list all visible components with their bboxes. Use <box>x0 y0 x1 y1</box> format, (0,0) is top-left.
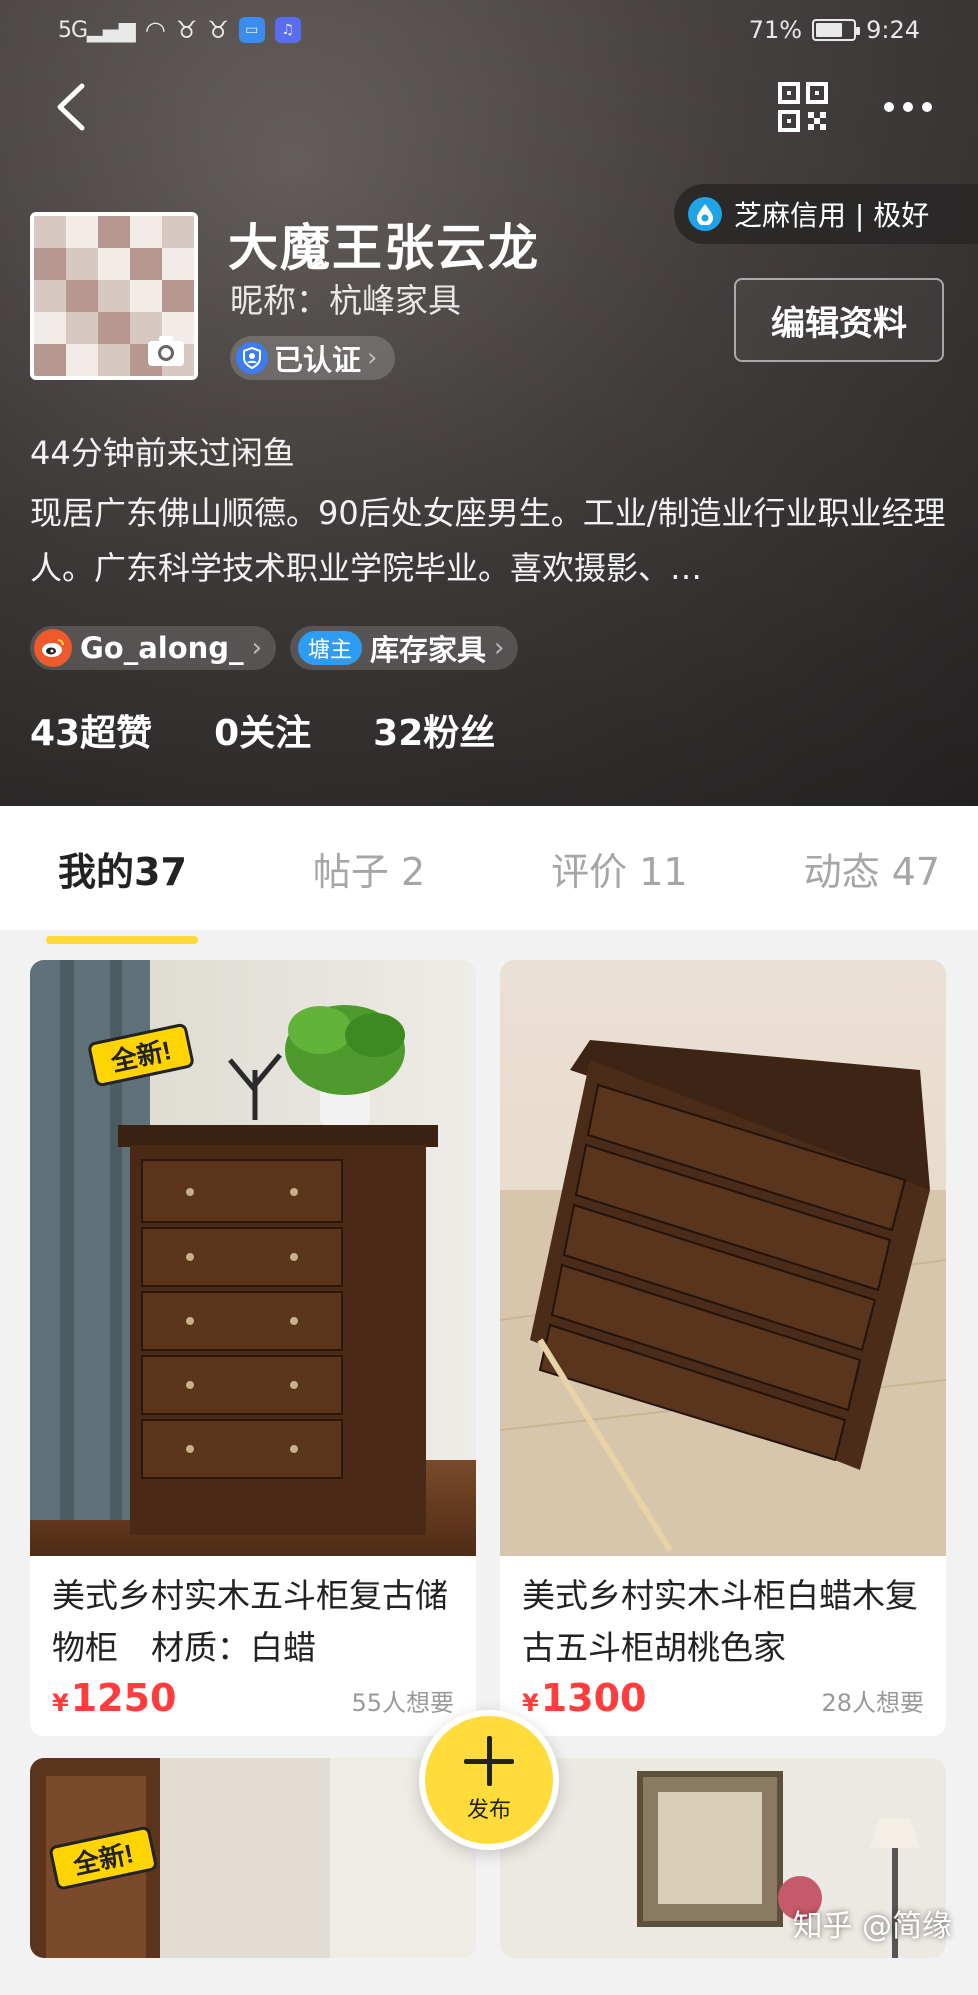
status-bar: 5G▂▄▆ ◠ ♉ ♉ ▭ ♫ 71% 9:24 <box>58 12 920 48</box>
battery-icon <box>812 19 861 41</box>
tab-mine[interactable]: 我的37 <box>46 841 199 944</box>
more-dot-icon <box>922 102 932 112</box>
navbar <box>0 72 978 142</box>
weibo-icon <box>34 629 72 667</box>
likes-count[interactable]: 43超赞 <box>30 704 152 756</box>
edit-profile-button[interactable]: 编辑资料 <box>734 278 944 362</box>
profile-stats: 43超赞 0关注 32粉丝 <box>30 704 495 756</box>
music-app-icon: ♫ <box>274 17 301 43</box>
profile-nickname: 昵称：杭峰家具 <box>230 281 461 320</box>
more-dot-icon <box>884 102 894 112</box>
following-count[interactable]: 0关注 <box>214 704 311 756</box>
product-image <box>500 960 946 1556</box>
dresser-photo <box>500 960 946 1556</box>
camera-icon[interactable] <box>146 334 186 368</box>
wallet-app-icon: ▭ <box>238 17 265 43</box>
product-card[interactable]: 全新! 美式乡村实木五斗柜复古储物柜 材质：白蜡 ¥1250 55人想要 <box>30 960 476 1736</box>
back-button[interactable] <box>46 82 96 132</box>
product-card[interactable]: 全新! <box>30 1758 476 1958</box>
tab-reviews[interactable]: 评价 11 <box>551 841 687 896</box>
followers-count[interactable]: 32粉丝 <box>373 704 495 756</box>
weibo-chip[interactable]: Go_along_ › <box>30 626 276 670</box>
product-title: 美式乡村实木五斗柜复古储物柜 材质：白蜡 <box>52 1576 448 1667</box>
bottom-strip <box>0 1965 978 1995</box>
wifi-icon: ◠ <box>144 16 166 44</box>
weibo-handle: Go_along_ <box>80 631 244 665</box>
sesame-credit-badge[interactable]: 芝麻信用 | 极好 <box>674 184 978 244</box>
battery-percent: 71% <box>748 16 803 44</box>
watermark: 知乎 @简缘 <box>792 1909 952 1944</box>
avatar[interactable] <box>30 212 198 380</box>
tab-activity[interactable]: 动态 47 <box>804 841 940 896</box>
chevron-right-icon: › <box>367 343 378 373</box>
signal-icon: 5G▂▄▆ <box>58 17 136 43</box>
chevron-right-icon: › <box>251 633 262 663</box>
sesame-credit-label: 芝麻信用 | 极好 <box>734 199 930 232</box>
tab-posts[interactable]: 帖子 2 <box>313 841 425 896</box>
product-price: ¥1250 <box>52 1676 177 1720</box>
verified-label: 已认证 <box>274 343 362 377</box>
last-visit-text: 44分钟前来过闲鱼 <box>30 434 295 472</box>
profile-tabs: 我的37 帖子 2 评价 11 动态 47 <box>0 806 978 944</box>
chevron-left-icon <box>57 83 85 131</box>
pond-chip[interactable]: 塘主 库存家具 › <box>289 626 519 670</box>
publish-button[interactable]: 发布 <box>419 1710 559 1850</box>
verified-badge[interactable]: 已认证 › <box>230 336 396 380</box>
profile-bio[interactable]: 现居广东佛山顺德。90后处女座男生。工业/制造业行业职业经理人。广东科学技术职业… <box>30 486 950 596</box>
shield-notify-icon: ♉ <box>175 16 198 44</box>
verified-shield-icon <box>236 342 268 374</box>
social-chips: Go_along_ › 塘主 库存家具 › <box>30 626 519 670</box>
want-count: 55人想要 <box>351 1689 454 1717</box>
product-title: 美式乡村实木斗柜白蜡木复古五斗柜胡桃色家 <box>522 1576 918 1667</box>
profile-name: 大魔王张云龙 <box>228 219 540 277</box>
shield-notify-icon-2: ♉ <box>207 16 229 44</box>
publish-label: 发布 <box>466 1798 511 1823</box>
sesame-credit-icon <box>688 197 722 231</box>
want-count: 28人想要 <box>821 1689 924 1717</box>
product-price: ¥1300 <box>522 1676 647 1720</box>
clock: 9:24 <box>866 16 920 44</box>
more-dot-icon <box>903 102 913 112</box>
profile-header: 5G▂▄▆ ◠ ♉ ♉ ▭ ♫ 71% 9:24 芝麻信用 | 极好 大魔王张云… <box>0 0 978 806</box>
plus-icon <box>464 1736 514 1786</box>
more-options-button[interactable] <box>878 82 938 132</box>
product-image: 全新! <box>30 960 476 1556</box>
pond-owner-tag: 塘主 <box>297 631 362 665</box>
product-image: 全新! <box>30 1758 476 1958</box>
qr-code-button[interactable] <box>778 82 828 132</box>
qr-code-icon <box>778 82 828 132</box>
chevron-right-icon: › <box>494 633 505 663</box>
product-card[interactable]: 美式乡村实木斗柜白蜡木复古五斗柜胡桃色家 ¥1300 28人想要 <box>500 960 946 1736</box>
pond-name: 库存家具 <box>370 633 487 667</box>
active-tab-indicator <box>46 935 199 944</box>
